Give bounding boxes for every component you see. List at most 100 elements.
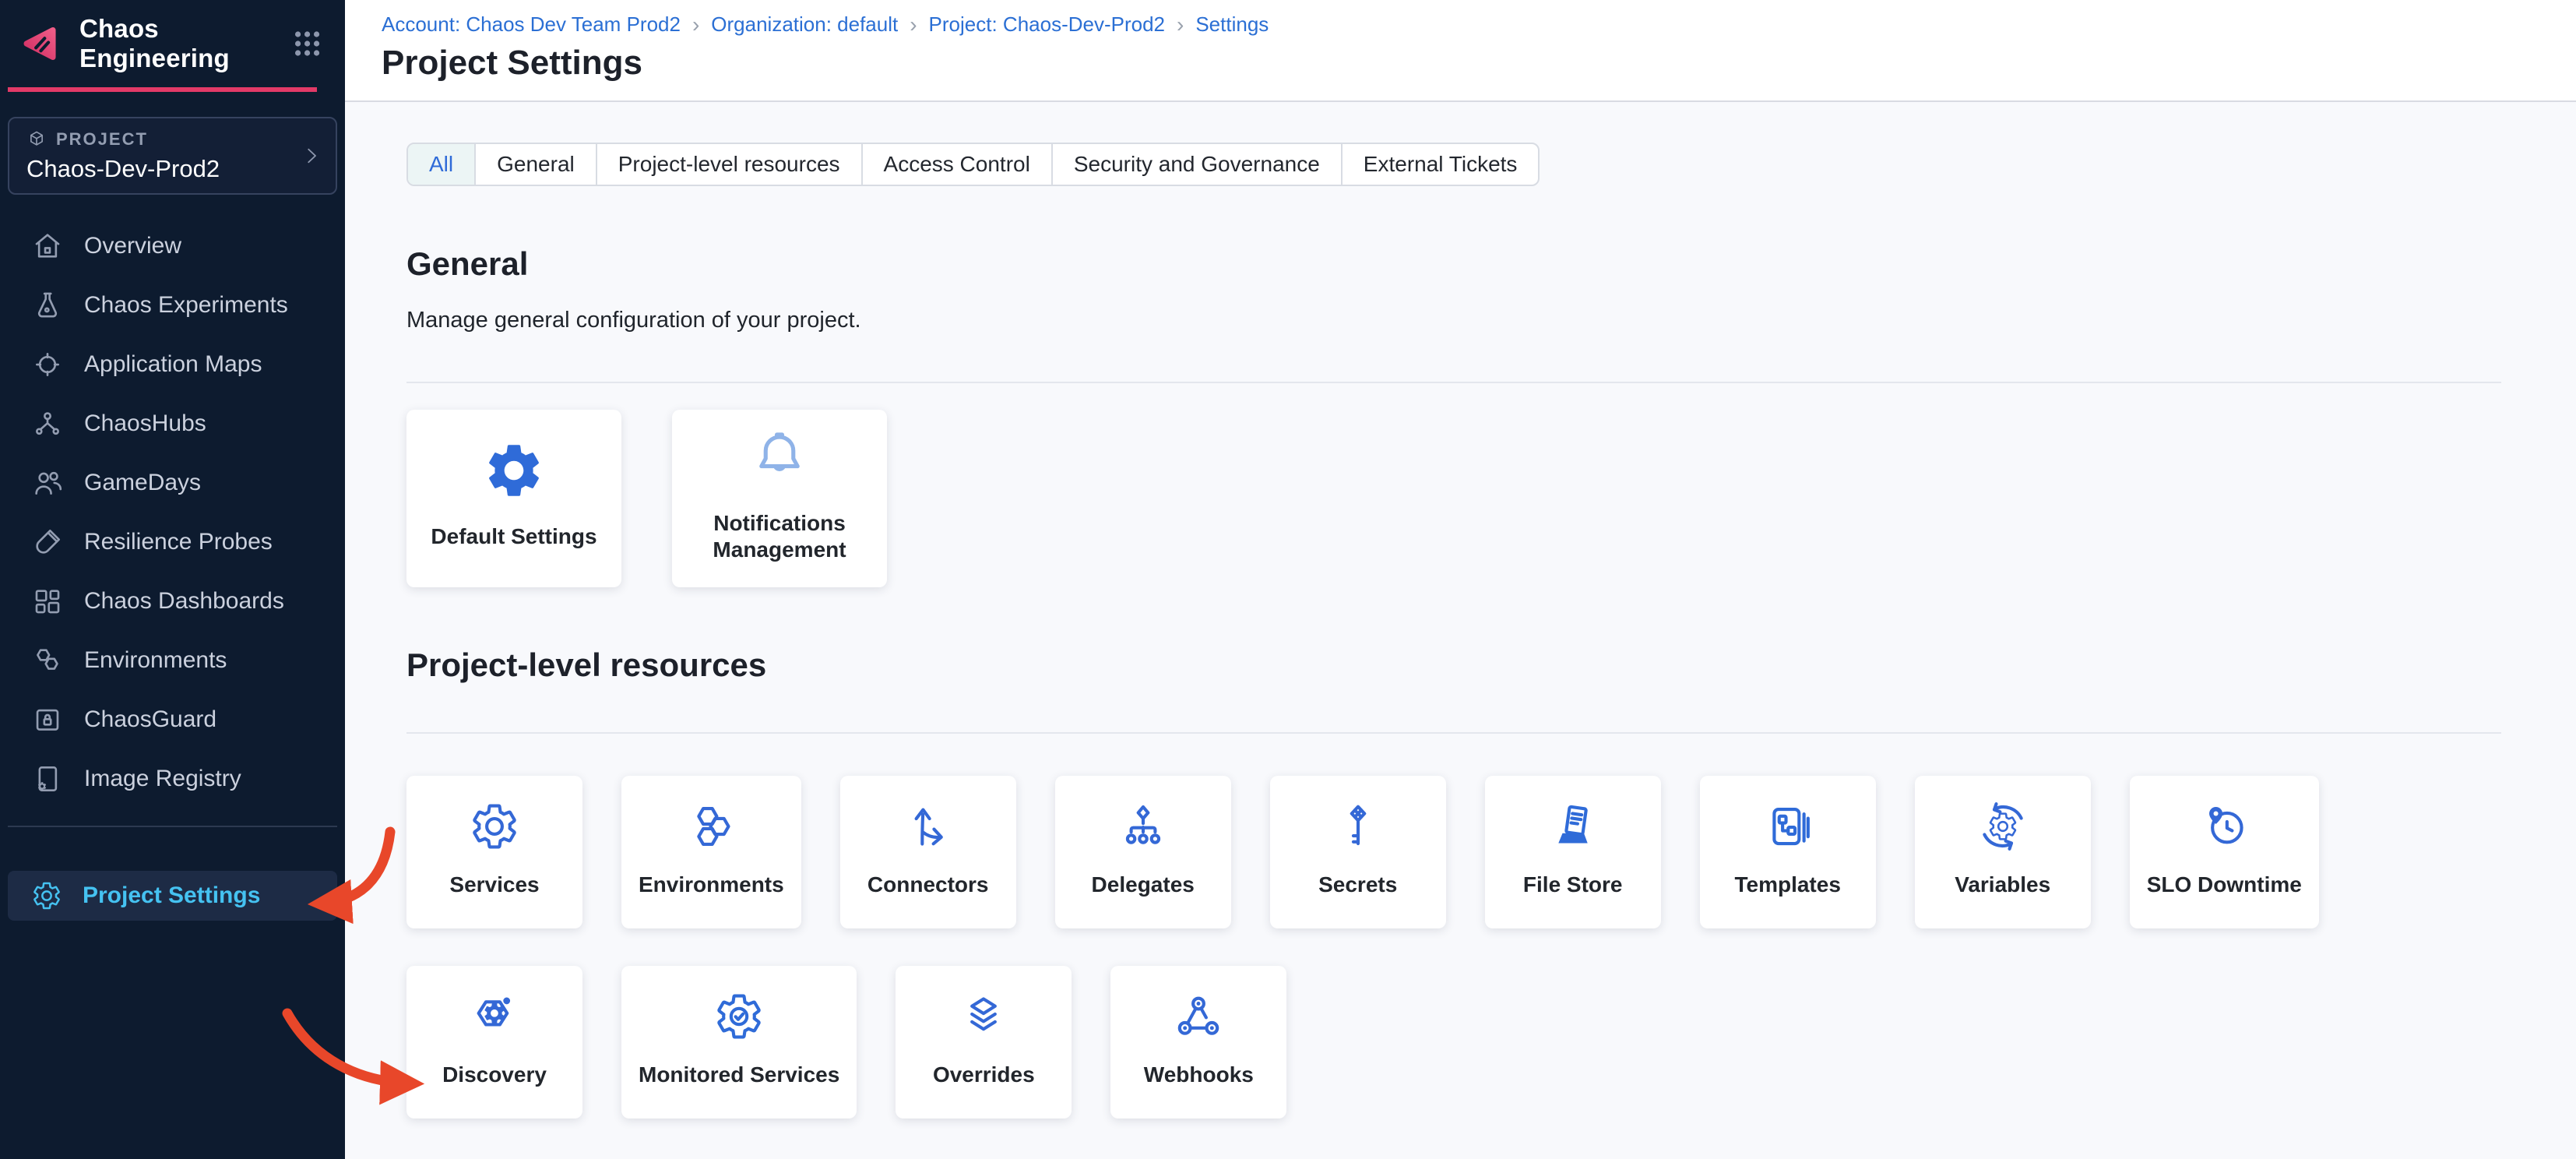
- card-delegates[interactable]: Delegates: [1055, 776, 1231, 928]
- card-variables[interactable]: Variables: [1915, 776, 2091, 928]
- clock-pin-icon: [2198, 801, 2250, 852]
- card-label: Templates: [1734, 872, 1840, 898]
- breadcrumb-settings[interactable]: Settings: [1195, 12, 1269, 37]
- bell-icon: [748, 425, 811, 489]
- card-label: Delegates: [1092, 872, 1195, 898]
- sidebar-item-application-maps[interactable]: Application Maps: [0, 335, 345, 394]
- general-cards: Default Settings Notifications Managemen…: [406, 410, 2501, 587]
- sidebar-item-image-registry[interactable]: Image Registry: [0, 749, 345, 808]
- sidebar-item-chaos-experiments[interactable]: Chaos Experiments: [0, 276, 345, 335]
- page-title: Project Settings: [382, 44, 2576, 83]
- sidebar-item-chaosguard[interactable]: ChaosGuard: [0, 690, 345, 749]
- breadcrumb-account[interactable]: Account: Chaos Dev Team Prod2: [382, 12, 681, 37]
- project-selector[interactable]: PROJECT Chaos-Dev-Prod2: [8, 117, 337, 195]
- sidebar-item-label: Environments: [84, 647, 227, 674]
- tab-security-and-governance[interactable]: Security and Governance: [1053, 144, 1343, 185]
- breadcrumb-project[interactable]: Project: Chaos-Dev-Prod2: [929, 12, 1165, 37]
- card-label: Webhooks: [1144, 1062, 1254, 1088]
- hexagon-gear-icon: [469, 991, 520, 1042]
- card-label: Notifications Management: [686, 510, 873, 562]
- main-area: Account: Chaos Dev Team Prod2 › Organiza…: [345, 0, 2576, 1159]
- tab-project-level-resources[interactable]: Project-level resources: [597, 144, 863, 185]
- card-label: SLO Downtime: [2147, 872, 2302, 898]
- general-section-title: General: [406, 245, 2501, 283]
- card-default-settings[interactable]: Default Settings: [406, 410, 621, 587]
- chevron-right-icon: [300, 144, 323, 167]
- breadcrumb-separator: ›: [692, 14, 699, 36]
- card-monitored-services[interactable]: Monitored Services: [621, 966, 857, 1118]
- card-services[interactable]: Services: [406, 776, 582, 928]
- test-tube-icon: [31, 526, 64, 558]
- card-slo-downtime[interactable]: SLO Downtime: [2130, 776, 2319, 928]
- flask-icon: [31, 289, 64, 322]
- node-graph-icon: [31, 407, 64, 440]
- card-connectors[interactable]: Connectors: [840, 776, 1016, 928]
- app-title: Chaos Engineering: [79, 14, 291, 73]
- breadcrumb-organization[interactable]: Organization: default: [711, 12, 898, 37]
- card-label: Discovery: [442, 1062, 547, 1088]
- file-store-icon: [1547, 801, 1599, 852]
- crosshair-icon: [31, 348, 64, 381]
- tab-external-tickets[interactable]: External Tickets: [1343, 144, 1539, 185]
- layers-icon: [958, 991, 1009, 1042]
- gear-refresh-icon: [1977, 801, 2029, 852]
- section-divider: [406, 382, 2501, 383]
- card-file-store[interactable]: File Store: [1485, 776, 1661, 928]
- gear-outline-icon: [469, 801, 520, 852]
- card-overrides[interactable]: Overrides: [896, 966, 1072, 1118]
- sidebar-item-label: ChaosHubs: [84, 410, 206, 437]
- project-selector-label: PROJECT: [56, 129, 148, 150]
- breadcrumb-separator: ›: [910, 14, 917, 36]
- project-name: Chaos-Dev-Prod2: [26, 155, 318, 183]
- sidebar-item-label: GameDays: [84, 470, 201, 496]
- cube-icon: [26, 129, 47, 150]
- general-section-subtitle: Manage general configuration of your pro…: [406, 308, 2501, 333]
- card-notifications-management[interactable]: Notifications Management: [672, 410, 887, 587]
- sidebar-item-resilience-probes[interactable]: Resilience Probes: [0, 513, 345, 572]
- sidebar-header: Chaos Engineering: [0, 0, 345, 87]
- card-label: Variables: [1955, 872, 2050, 898]
- tab-general[interactable]: General: [476, 144, 597, 185]
- gear-icon: [31, 880, 62, 911]
- sidebar-item-chaoshubs[interactable]: ChaosHubs: [0, 394, 345, 453]
- card-templates[interactable]: Templates: [1700, 776, 1876, 928]
- card-secrets[interactable]: Secrets: [1270, 776, 1446, 928]
- page-content: All General Project-level resources Acce…: [345, 102, 2576, 1159]
- tab-all[interactable]: All: [408, 144, 476, 185]
- page-gear-icon: [31, 763, 64, 795]
- card-discovery[interactable]: Discovery: [406, 966, 582, 1118]
- people-icon: [31, 467, 64, 499]
- apps-grid-icon[interactable]: [291, 26, 323, 62]
- webhook-icon: [1173, 991, 1224, 1042]
- org-chart-icon: [1117, 801, 1169, 852]
- sidebar-item-chaos-dashboards[interactable]: Chaos Dashboards: [0, 572, 345, 631]
- card-label: Monitored Services: [639, 1062, 839, 1088]
- card-label: Services: [449, 872, 539, 898]
- breadcrumb-separator: ›: [1177, 14, 1184, 36]
- key-icon: [1332, 801, 1384, 852]
- sidebar-nav: Overview Chaos Experiments Application M…: [0, 217, 345, 808]
- sidebar-item-label: Chaos Dashboards: [84, 588, 284, 615]
- sidebar-item-label: Chaos Experiments: [84, 292, 288, 319]
- sidebar-item-label: Project Settings: [83, 882, 260, 909]
- card-environments[interactable]: Environments: [621, 776, 801, 928]
- app-window: Chaos Engineering PROJECT Chaos-Dev-Prod…: [0, 0, 2576, 1159]
- sidebar: Chaos Engineering PROJECT Chaos-Dev-Prod…: [0, 0, 345, 1159]
- tab-access-control[interactable]: Access Control: [863, 144, 1053, 185]
- templates-icon: [1762, 801, 1814, 852]
- page-header: Account: Chaos Dev Team Prod2 › Organiza…: [345, 0, 2576, 102]
- breadcrumb: Account: Chaos Dev Team Prod2 › Organiza…: [382, 12, 2576, 37]
- resources-section-title: Project-level resources: [406, 646, 2501, 684]
- hexagons-icon: [31, 644, 64, 677]
- card-label: Default Settings: [431, 523, 596, 550]
- resource-cards: Services Environments: [406, 776, 2521, 1118]
- settings-tabs: All General Project-level resources Acce…: [406, 143, 1540, 186]
- sidebar-item-project-settings[interactable]: Project Settings: [8, 871, 337, 921]
- lock-frame-icon: [31, 703, 64, 736]
- sidebar-item-label: Image Registry: [84, 766, 241, 792]
- sidebar-item-label: Resilience Probes: [84, 529, 273, 555]
- sidebar-item-environments[interactable]: Environments: [0, 631, 345, 690]
- sidebar-item-gamedays[interactable]: GameDays: [0, 453, 345, 513]
- card-webhooks[interactable]: Webhooks: [1110, 966, 1286, 1118]
- sidebar-item-overview[interactable]: Overview: [0, 217, 345, 276]
